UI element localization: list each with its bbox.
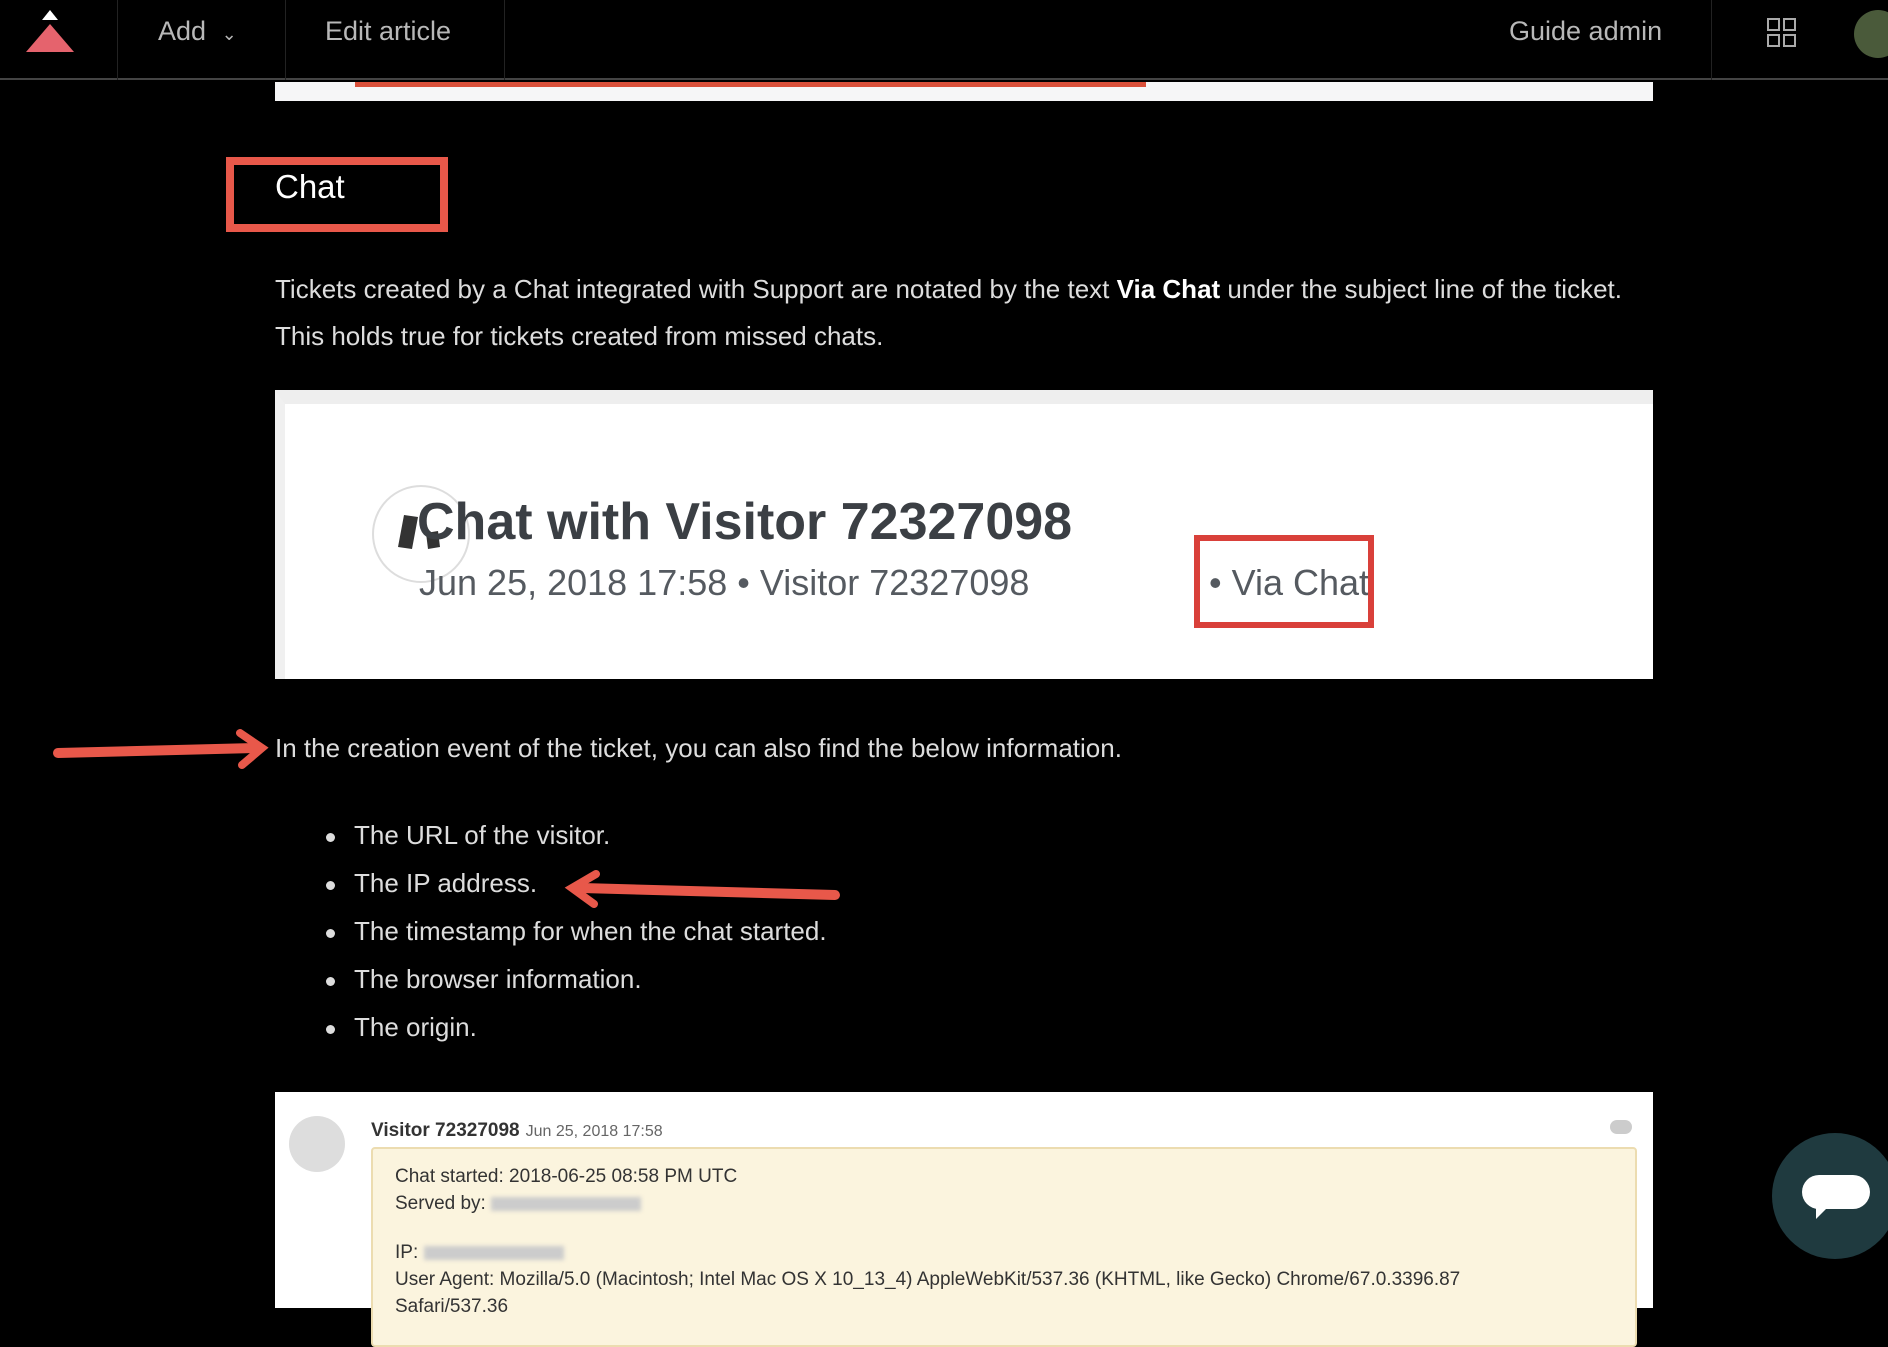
annotation-box (1194, 535, 1374, 628)
list-item: The browser information. (326, 964, 642, 995)
user-agent-cont: Safari/537.36 (395, 1296, 509, 1317)
section-heading: Chat (275, 168, 345, 205)
arrow-annotation-icon (53, 729, 269, 769)
edit-article-link[interactable]: Edit article (325, 16, 451, 47)
ip-address: IP: (395, 1239, 1613, 1266)
logo-icon[interactable] (24, 10, 76, 54)
comment-icon (1610, 1120, 1632, 1134)
chat-started: Chat started: 2018-06-25 08:58 PM UTC (395, 1166, 738, 1187)
top-nav: Add ⌄ Edit article Guide admin (0, 0, 1888, 80)
add-label: Add (158, 16, 207, 46)
chat-bubble-icon (1802, 1175, 1870, 1219)
ticket-event-screenshot: Visitor 72327098 Jun 25, 2018 17:58 Chat … (275, 1092, 1653, 1347)
served-by: Served by: (395, 1190, 1613, 1217)
paragraph-1: Tickets created by a Chat integrated wit… (275, 274, 1622, 351)
add-menu[interactable]: Add ⌄ (158, 16, 237, 47)
ticket-subtitle: Jun 25, 2018 17:58 • Visitor 72327098 (419, 562, 1030, 603)
event-details: Chat started: 2018-06-25 08:58 PM UTC Se… (371, 1147, 1637, 1347)
list-item: The URL of the visitor. (326, 820, 610, 851)
guide-admin-link[interactable]: Guide admin (1509, 16, 1662, 47)
chat-widget-button[interactable] (1772, 1133, 1888, 1259)
chevron-down-icon: ⌄ (221, 24, 237, 44)
avatar[interactable] (1854, 10, 1888, 58)
visitor-avatar (289, 1116, 345, 1172)
arrow-annotation-icon (564, 870, 840, 908)
paragraph-2: In the creation event of the ticket, you… (275, 733, 1122, 763)
list-item: The origin. (326, 1012, 477, 1043)
apps-grid-icon[interactable] (1767, 18, 1797, 48)
ticket-header-screenshot: Chat with Visitor 72327098 Jun 25, 2018 … (275, 390, 1653, 679)
ticket-title: Chat with Visitor 72327098 (417, 493, 1073, 551)
user-agent: User Agent: Mozilla/5.0 (Macintosh; Inte… (395, 1269, 1461, 1290)
list-item: The IP address. (326, 868, 537, 899)
event-date: Jun 25, 2018 17:58 (525, 1123, 663, 1140)
list-item: The timestamp for when the chat started. (326, 916, 827, 947)
visitor-name: Visitor 72327098 Jun 25, 2018 17:58 (371, 1120, 663, 1141)
previous-screenshot (275, 82, 1653, 101)
